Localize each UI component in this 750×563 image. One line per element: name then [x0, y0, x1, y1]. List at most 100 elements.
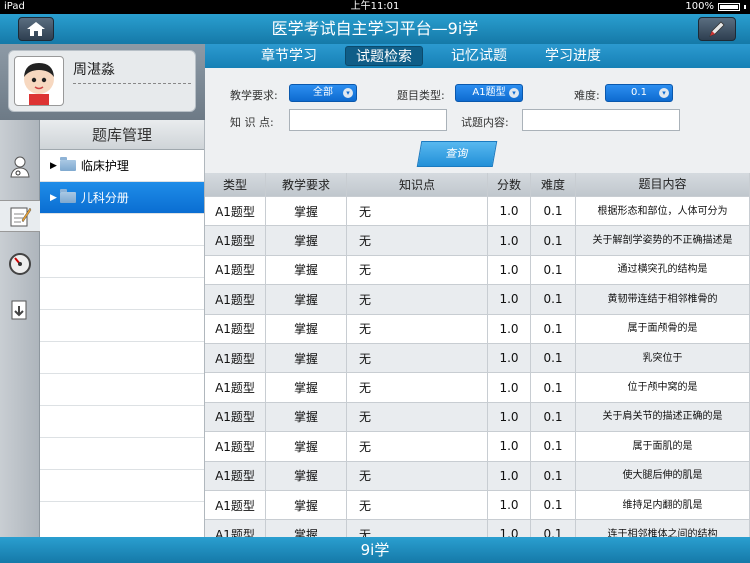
- tree-empty-row: [40, 374, 204, 406]
- column-header: 类型: [205, 173, 266, 196]
- table-cell: 使大腿后伸的肌是: [576, 461, 750, 490]
- table-cell: 无: [347, 461, 488, 490]
- table-row[interactable]: A1题型 掌握无 1.0 0.1 位于颅中窝的是: [205, 373, 750, 403]
- table-row[interactable]: A1题型 掌握无 1.0 0.1 使大腿后伸的肌是: [205, 461, 750, 491]
- table-cell: 0.1: [531, 373, 576, 402]
- table-cell: 掌握: [266, 373, 347, 402]
- nav-download[interactable]: [4, 294, 36, 326]
- panel-title: 题库管理: [40, 120, 204, 150]
- table-cell: 掌握: [266, 343, 347, 373]
- teaching-select-value: 全部: [313, 87, 333, 98]
- table-row[interactable]: A1题型 掌握无 1.0 0.1 乳突位于: [205, 343, 750, 374]
- tab-memorize[interactable]: 记忆试题: [441, 46, 517, 66]
- difficulty-select[interactable]: 0.1 ▾: [605, 84, 673, 102]
- table-cell: A1题型: [205, 343, 266, 373]
- table-cell: 无: [347, 402, 488, 432]
- table-cell: A1题型: [205, 314, 266, 343]
- table-row[interactable]: A1题型 掌握无 1.0 0.1 维持足内翻的肌是: [205, 490, 750, 521]
- query-button[interactable]: 查询: [416, 141, 498, 167]
- tab-chapter-study[interactable]: 章节学习: [251, 46, 327, 66]
- app-title: 医学考试自主学习平台—9i学: [271, 19, 479, 38]
- table-cell: 1.0: [488, 226, 531, 255]
- table-row[interactable]: A1题型 掌握无 1.0 0.1 关于肩关节的描述正确的是: [205, 402, 750, 433]
- tree-empty-row: [40, 438, 204, 470]
- table-cell: A1题型: [205, 255, 266, 285]
- difficulty-select-value: 0.1: [631, 87, 647, 98]
- footer-bar: 9i学: [0, 537, 750, 563]
- table-cell: A1题型: [205, 461, 266, 490]
- table-cell: 1.0: [488, 343, 531, 373]
- tree-empty-row: [40, 246, 204, 278]
- table-cell: 掌握: [266, 285, 347, 314]
- tree-item-label: 儿科分册: [80, 191, 129, 205]
- tab-question-search[interactable]: 试题检索: [345, 46, 423, 66]
- table-row[interactable]: A1题型 掌握无 1.0 0.1 根据形态和部位，人体可分为: [205, 197, 750, 227]
- table-cell: 1.0: [488, 197, 531, 226]
- table-cell: 无: [347, 343, 488, 373]
- divider: [73, 83, 191, 84]
- table-cell: A1题型: [205, 285, 266, 314]
- search-filters: 教学要求: 全部 ▾ 题目类型: A1题型 ▾ 难度: 0.1 ▾ 知 识 点:…: [205, 68, 750, 173]
- table-cell: 0.1: [531, 402, 576, 432]
- type-select-value: A1题型: [472, 87, 506, 98]
- title-bar: 医学考试自主学习平台—9i学: [0, 14, 750, 44]
- table-cell: 掌握: [266, 314, 347, 343]
- settings-button[interactable]: [698, 17, 736, 41]
- table-cell: 掌握: [266, 490, 347, 520]
- tree-empty-row: [40, 342, 204, 374]
- notepad-icon: [10, 207, 32, 227]
- battery-percent: 100%: [685, 1, 714, 12]
- difficulty-label: 难度:: [574, 89, 600, 102]
- table-cell: 掌握: [266, 432, 347, 461]
- table-cell: 位于颅中窝的是: [576, 373, 750, 402]
- knowledge-input[interactable]: [289, 109, 447, 131]
- tree-empty-row: [40, 470, 204, 502]
- tab-progress[interactable]: 学习进度: [535, 46, 611, 66]
- username: 周湛淼: [73, 62, 115, 78]
- table-cell: 1.0: [488, 285, 531, 314]
- content-input[interactable]: [522, 109, 680, 131]
- chevron-down-icon: ▾: [659, 88, 669, 98]
- results-table: 类型 教学要求 知识点 分数 难度 题目内容 A1题型 掌握无 1.0 0.1 根据形态…: [205, 173, 750, 550]
- content-label: 试题内容:: [461, 116, 509, 129]
- type-label: 题目类型:: [397, 89, 445, 102]
- table-row[interactable]: A1题型 掌握无 1.0 0.1 属于面肌的是: [205, 432, 750, 462]
- expand-triangle-icon: ▶: [50, 192, 57, 203]
- battery-icon: [718, 3, 740, 11]
- table-cell: 无: [347, 314, 488, 343]
- table-cell: A1题型: [205, 432, 266, 461]
- table-cell: 黄韧带连结于相邻椎骨的: [576, 285, 750, 314]
- table-cell: 0.1: [531, 197, 576, 226]
- tree-item-clinical-nursing[interactable]: ▶ 临床护理: [40, 150, 204, 182]
- table-row[interactable]: A1题型 掌握无 1.0 0.1 关于解剖学姿势的不正确描述是: [205, 226, 750, 256]
- tree-item-label: 临床护理: [80, 159, 129, 173]
- table-row[interactable]: A1题型 掌握无 1.0 0.1 通过横突孔的结构是: [205, 255, 750, 286]
- table-cell: 掌握: [266, 255, 347, 285]
- nav-question-bank[interactable]: [0, 200, 40, 232]
- table-cell: 掌握: [266, 402, 347, 432]
- table-cell: 掌握: [266, 226, 347, 255]
- avatar-image: [24, 63, 54, 105]
- type-select[interactable]: A1题型 ▾: [455, 84, 523, 102]
- tree-item-pediatrics[interactable]: ▶ 儿科分册: [40, 182, 204, 214]
- download-icon: [11, 300, 27, 320]
- table-cell: A1题型: [205, 197, 266, 226]
- table-cell: 掌握: [266, 461, 347, 490]
- folder-icon: [59, 157, 76, 171]
- teaching-select[interactable]: 全部 ▾: [289, 84, 357, 102]
- main-content: 章节学习 试题检索 记忆试题 学习进度 教学要求: 全部 ▾ 题目类型: A1题…: [205, 44, 750, 550]
- table-cell: 关于解剖学姿势的不正确描述是: [576, 226, 750, 255]
- question-bank-panel: 题库管理 ▶ 临床护理 ▶ 儿科分册: [40, 120, 205, 537]
- avatar[interactable]: [14, 56, 64, 106]
- tree-empty-row: [40, 278, 204, 310]
- side-icon-bar: [0, 120, 40, 537]
- tree-empty-row: [40, 214, 204, 246]
- teaching-label: 教学要求:: [230, 89, 278, 102]
- nav-progress[interactable]: [4, 248, 36, 280]
- nav-profile[interactable]: [4, 150, 36, 182]
- table-row[interactable]: A1题型 掌握无 1.0 0.1 属于面颅骨的是: [205, 314, 750, 344]
- table-row[interactable]: A1题型 掌握无 1.0 0.1 黄韧带连结于相邻椎骨的: [205, 285, 750, 315]
- table-cell: 掌握: [266, 197, 347, 226]
- table-cell: 0.1: [531, 343, 576, 373]
- table-cell: 维持足内翻的肌是: [576, 490, 750, 520]
